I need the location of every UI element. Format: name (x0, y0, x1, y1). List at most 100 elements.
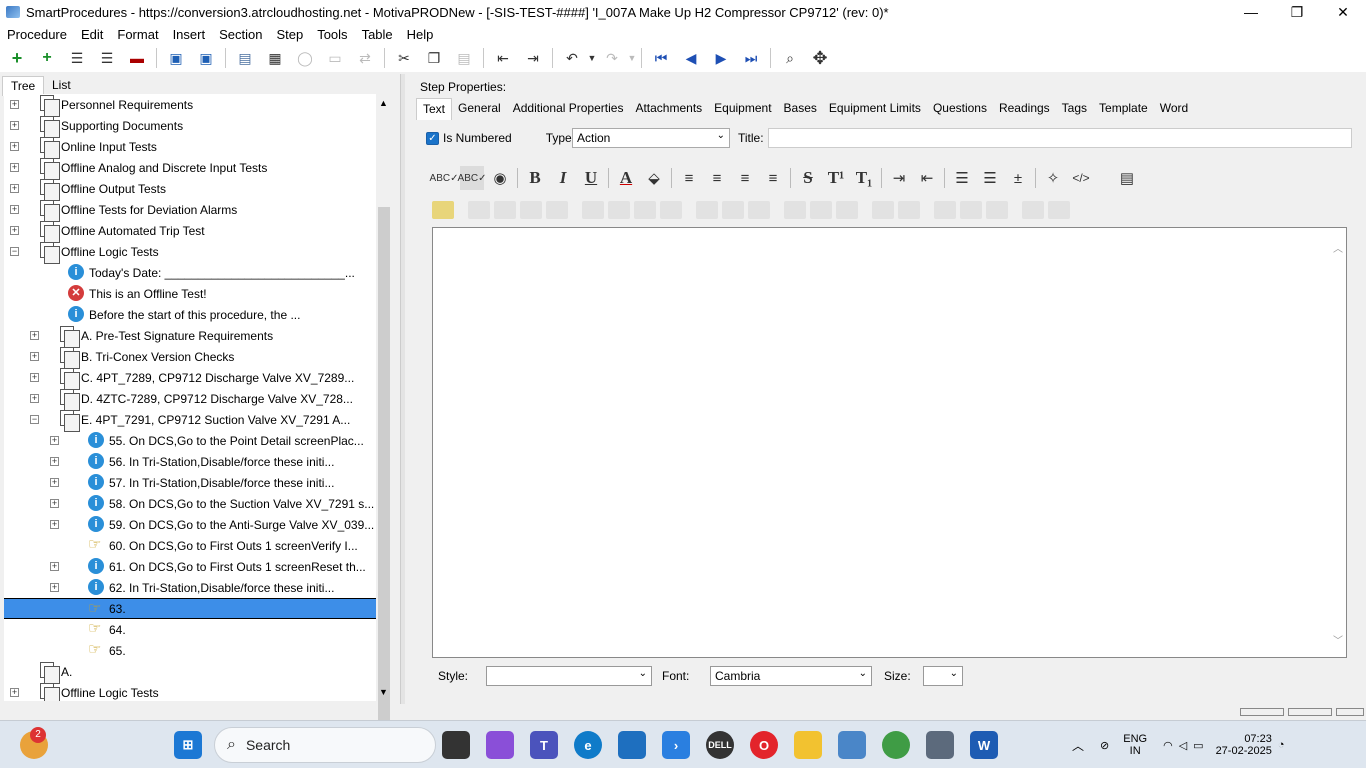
opera-icon[interactable]: O (750, 731, 778, 759)
chrome-icon[interactable] (882, 731, 910, 759)
collapse-icon[interactable]: − (30, 415, 39, 424)
menu-insert[interactable]: Insert (166, 27, 213, 42)
tree-node[interactable]: + Offline Tests for Deviation Alarms (4, 199, 376, 222)
scroll-thumb[interactable] (378, 207, 390, 753)
decrease-indent-icon[interactable]: ⇤ (915, 166, 939, 190)
tree-node[interactable]: A. (4, 661, 376, 684)
tree-node[interactable]: + Offline Output Tests (4, 178, 376, 201)
expand-icon[interactable]: + (30, 331, 39, 340)
taskbar-search[interactable]: ⌕ Search (214, 727, 436, 763)
network-settings-icon[interactable]: ⊘ (1100, 739, 1109, 752)
style-select[interactable]: ⌄ (486, 666, 652, 686)
tree-node[interactable]: + C. 4PT_7289, CP9712 Discharge Valve XV_… (4, 367, 376, 390)
maximize-button[interactable]: ❐ (1274, 0, 1320, 24)
tree-node[interactable]: + i 62. In Tri-Station,Disable/force these… (4, 577, 376, 598)
outdent-icon[interactable]: ⇤ (492, 47, 514, 69)
close-button[interactable]: ✕ (1320, 0, 1366, 24)
increase-indent-icon[interactable]: ⇥ (887, 166, 911, 190)
file-explorer-icon[interactable] (794, 731, 822, 759)
tab-general[interactable]: General (452, 98, 507, 120)
add-icon[interactable]: + (6, 47, 28, 69)
scroll-up-icon[interactable]: ▲ (379, 98, 388, 108)
tree-scrollbar[interactable]: ▲ ▼ (376, 94, 392, 753)
type-select[interactable]: Action ⌄ (572, 128, 730, 148)
spellcheck-icon[interactable]: ABC✓ (430, 166, 459, 190)
cut-icon[interactable]: ✂ (393, 47, 415, 69)
tree-node[interactable]: + D. 4ZTC-7289, CP9712 Discharge Valve XV… (4, 388, 376, 411)
indent-icon[interactable]: ⇥ (522, 47, 544, 69)
teams-icon[interactable]: T (530, 731, 558, 759)
expand-icon[interactable]: + (50, 499, 59, 508)
fill-color-icon[interactable]: ⬙ (642, 166, 666, 190)
tab-readings[interactable]: Readings (993, 98, 1056, 120)
smartprocedures-icon[interactable] (838, 731, 866, 759)
tree-node[interactable]: + Online Input Tests (4, 136, 376, 159)
expand-icon[interactable]: + (30, 373, 39, 382)
underline-icon[interactable]: U (579, 166, 603, 190)
menu-section[interactable]: Section (212, 27, 269, 42)
menu-table[interactable]: Table (355, 27, 400, 42)
tab-text[interactable]: Text (416, 98, 453, 120)
battery-icon[interactable]: ▭ (1193, 739, 1203, 752)
tab-equipment-limits[interactable]: Equipment Limits (823, 98, 927, 120)
strikethrough-icon[interactable]: S (796, 166, 820, 190)
tab-tree[interactable]: Tree (2, 76, 45, 96)
find-icon[interactable]: ⌕ (779, 47, 801, 69)
tree-node[interactable]: ☞ 64. (4, 619, 376, 640)
panel-splitter[interactable] (400, 74, 405, 704)
tree-node[interactable]: ✕ This is an Offline Test! (4, 283, 376, 304)
size-select[interactable]: ⌄ (923, 666, 963, 686)
tree-node[interactable]: ☞ 60. On DCS,Go to First Outs 1 screenVer… (4, 535, 376, 556)
insert-break-icon[interactable]: ± (1006, 166, 1030, 190)
remove-icon[interactable]: ▬ (126, 47, 148, 69)
tree-node[interactable]: + Offline Logic Tests (4, 682, 376, 701)
expand-icon[interactable]: + (50, 520, 59, 529)
menu-edit[interactable]: Edit (74, 27, 110, 42)
start-icon[interactable]: ⊞ (174, 731, 202, 759)
task-view-icon[interactable] (442, 731, 470, 759)
tab-additional-properties[interactable]: Additional Properties (507, 98, 630, 120)
app-icon[interactable]: › (662, 731, 690, 759)
tab-list[interactable]: List (44, 76, 79, 96)
html-source-icon[interactable]: </> (1069, 166, 1093, 190)
clock-time[interactable]: 07:23 (1244, 733, 1272, 745)
expand-icon[interactable]: + (10, 184, 19, 193)
italic-icon[interactable]: I (551, 166, 575, 190)
word-icon[interactable]: W (970, 731, 998, 759)
tree-node[interactable]: + Offline Analog and Discrete Input Tests (4, 157, 376, 180)
tree-node[interactable]: + i 59. On DCS,Go to the Anti-Surge Valve … (4, 514, 376, 535)
expand-icon[interactable]: + (50, 562, 59, 571)
language-label[interactable]: ENG (1123, 733, 1147, 745)
tab-tags[interactable]: Tags (1056, 98, 1093, 120)
subscript-icon[interactable]: T₁ (852, 166, 876, 190)
tree-node[interactable]: + Offline Automated Trip Test (4, 220, 376, 243)
tab-bases[interactable]: Bases (778, 98, 823, 120)
align-center-icon[interactable]: ≡ (705, 166, 729, 190)
menu-format[interactable]: Format (110, 27, 165, 42)
first-step-icon[interactable]: ⏮ (650, 47, 672, 69)
tree-node[interactable]: − E. 4PT_7291, CP9712 Suction Valve XV_72… (4, 409, 376, 432)
superscript-icon[interactable]: T¹ (824, 166, 848, 190)
prev-step-icon[interactable]: ◀ (680, 47, 702, 69)
align-right-icon[interactable]: ≡ (733, 166, 757, 190)
add-child-icon[interactable]: + (36, 47, 58, 69)
save-icon[interactable]: ▣ (195, 47, 217, 69)
insert-table-icon[interactable] (432, 201, 454, 219)
font-color-icon[interactable]: A (614, 166, 638, 190)
chevron-up-icon[interactable]: ︿ (1072, 737, 1084, 754)
tree-node[interactable]: ☞ 63. (4, 598, 376, 619)
menu-step[interactable]: Step (269, 27, 310, 42)
tree-node[interactable]: + i 61. On DCS,Go to First Outs 1 screenRe… (4, 556, 376, 577)
last-step-icon[interactable]: ⏭ (740, 47, 762, 69)
is-numbered-checkbox[interactable]: ✓ (426, 131, 439, 145)
tree-node[interactable]: + Supporting Documents (4, 115, 376, 138)
procedure-tree[interactable]: + Personnel Requirements + Supporting Docum… (4, 94, 376, 701)
expand-icon[interactable]: + (10, 142, 19, 151)
notification-bell-icon[interactable]: ◔ (1278, 739, 1285, 751)
minimize-button[interactable]: — (1228, 0, 1274, 24)
print-preview-icon[interactable]: ▤ (1115, 166, 1139, 190)
expand-icon[interactable]: + (10, 163, 19, 172)
tree-node[interactable]: + i 58. On DCS,Go to the Suction Valve XV_… (4, 493, 376, 514)
highlight-icon[interactable]: ◉ (488, 166, 512, 190)
justify-icon[interactable]: ≡ (761, 166, 785, 190)
